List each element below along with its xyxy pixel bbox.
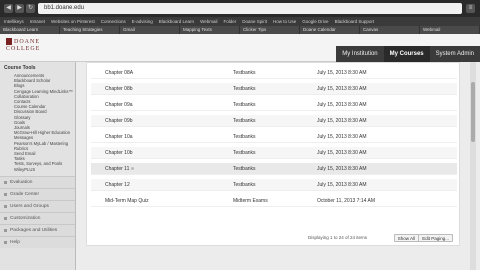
browser-tabs: Blackboard Learn Teaching Strategies Gma… bbox=[0, 26, 480, 34]
table-row[interactable]: Chapter 10b Testbanks July 15, 2013 8:30… bbox=[91, 147, 457, 159]
browser-tab[interactable]: Clicker Tips bbox=[240, 26, 300, 34]
table-row[interactable]: Chapter 11 Testbanks July 15, 2013 8:30 … bbox=[91, 163, 457, 175]
page-scrollbar[interactable] bbox=[470, 62, 476, 270]
sidebar-section-help[interactable]: Help bbox=[0, 235, 75, 248]
browser-tab[interactable]: Doane Calendar bbox=[300, 26, 360, 34]
bookmark-item[interactable]: Blackboard Learn bbox=[159, 17, 194, 26]
reload-icon[interactable]: ↻ bbox=[26, 4, 35, 13]
course-tools-list: Announcements Blackboard Scholar Blogs C… bbox=[0, 73, 75, 172]
bookmark-item[interactable]: Doane Spirit bbox=[242, 17, 267, 26]
bookmark-item[interactable]: Intranet bbox=[30, 17, 45, 26]
tab-my-institution[interactable]: My Institution bbox=[336, 46, 383, 62]
bookmark-item[interactable]: E-advising bbox=[132, 17, 153, 26]
table-row[interactable]: Mid-Term Map Quiz Midterm Exams October … bbox=[91, 195, 457, 207]
show-all-button[interactable]: Show All bbox=[393, 234, 419, 242]
bookmark-item[interactable]: Webmail bbox=[200, 17, 217, 26]
tab-system-admin[interactable]: System Admin bbox=[430, 46, 480, 62]
browser-tab[interactable]: Canvas bbox=[360, 26, 420, 34]
blackboard-page: DOANE COLLEGE My Institution My Courses … bbox=[0, 34, 480, 270]
browser-tab[interactable]: Gmail bbox=[120, 26, 180, 34]
sidebar-section-packages[interactable]: Packages and Utilities bbox=[0, 223, 75, 236]
back-icon[interactable]: ◀ bbox=[4, 4, 13, 13]
doane-logo[interactable]: DOANE COLLEGE bbox=[6, 38, 40, 53]
table-row[interactable]: Chapter 09a Testbanks July 15, 2013 8:30… bbox=[91, 99, 457, 111]
table-row[interactable]: Chapter 12 Testbanks July 15, 2013 8:30 … bbox=[91, 179, 457, 191]
sidebar-section-customization[interactable]: Customization bbox=[0, 211, 75, 224]
sidebar-item[interactable]: WileyPLUS bbox=[14, 167, 75, 172]
table-footer: Displaying 1 to 24 of 24 items Show All … bbox=[91, 233, 457, 243]
address-bar[interactable]: bb1.doane.edu bbox=[38, 3, 462, 14]
forward-icon[interactable]: ▶ bbox=[15, 4, 24, 13]
bookmark-item[interactable]: Websites on Pinterest bbox=[51, 17, 95, 26]
cursor-icon bbox=[131, 167, 135, 171]
browser-tab[interactable]: Blackboard Learn bbox=[0, 26, 60, 34]
displaying-count: Displaying 1 to 24 of 24 items bbox=[307, 235, 367, 240]
bookmark-item[interactable]: Connections bbox=[101, 17, 126, 26]
bookmarks-bar: Intellikeys Intranet Websites on Pintere… bbox=[0, 17, 480, 26]
browser-tab[interactable]: Webmail bbox=[420, 26, 480, 34]
bookmark-item[interactable]: Folder bbox=[224, 17, 237, 26]
tests-table: Chapter 08A Testbanks July 15, 2013 8:30… bbox=[86, 62, 460, 246]
menu-icon[interactable]: ≡ bbox=[466, 4, 475, 13]
table-row[interactable]: Chapter 08A Testbanks July 15, 2013 8:30… bbox=[91, 67, 457, 79]
edit-paging-button[interactable]: Edit Paging... bbox=[418, 234, 453, 242]
bookmark-item[interactable]: Blackboard Support bbox=[335, 17, 375, 26]
top-nav: My Institution My Courses System Admin bbox=[336, 46, 480, 62]
bookmark-item[interactable]: How to Use bbox=[273, 17, 296, 26]
browser-tab[interactable]: Teaching Strategies bbox=[60, 26, 120, 34]
sidebar-section-grade-center[interactable]: Grade Center bbox=[0, 187, 75, 200]
sidebar-section-evaluation[interactable]: Evaluation bbox=[0, 175, 75, 188]
browser-window: ◀ ▶ ↻ bb1.doane.edu ≡ Intellikeys Intran… bbox=[0, 0, 480, 270]
course-tools-heading[interactable]: Course Tools bbox=[0, 62, 75, 73]
tab-my-courses[interactable]: My Courses bbox=[383, 46, 430, 62]
scrollbar-thumb[interactable] bbox=[471, 82, 475, 142]
table-row[interactable]: Chapter 10a Testbanks July 15, 2013 8:30… bbox=[91, 131, 457, 143]
table-row[interactable]: Chapter 09b Testbanks July 15, 2013 8:30… bbox=[91, 115, 457, 127]
bookmark-item[interactable]: Intellikeys bbox=[4, 17, 24, 26]
bookmark-item[interactable]: Google Drive bbox=[302, 17, 328, 26]
table-row[interactable]: Chapter 08b Testbanks July 15, 2013 8:30… bbox=[91, 83, 457, 95]
browser-tab[interactable]: Mapping Texts bbox=[180, 26, 240, 34]
course-menu: Course Tools Announcements Blackboard Sc… bbox=[0, 62, 76, 270]
sidebar-section-users-groups[interactable]: Users and Groups bbox=[0, 199, 75, 212]
crest-icon bbox=[6, 38, 12, 45]
site-header: DOANE COLLEGE My Institution My Courses … bbox=[0, 34, 480, 62]
browser-toolbar: ◀ ▶ ↻ bb1.doane.edu ≡ bbox=[0, 0, 480, 17]
